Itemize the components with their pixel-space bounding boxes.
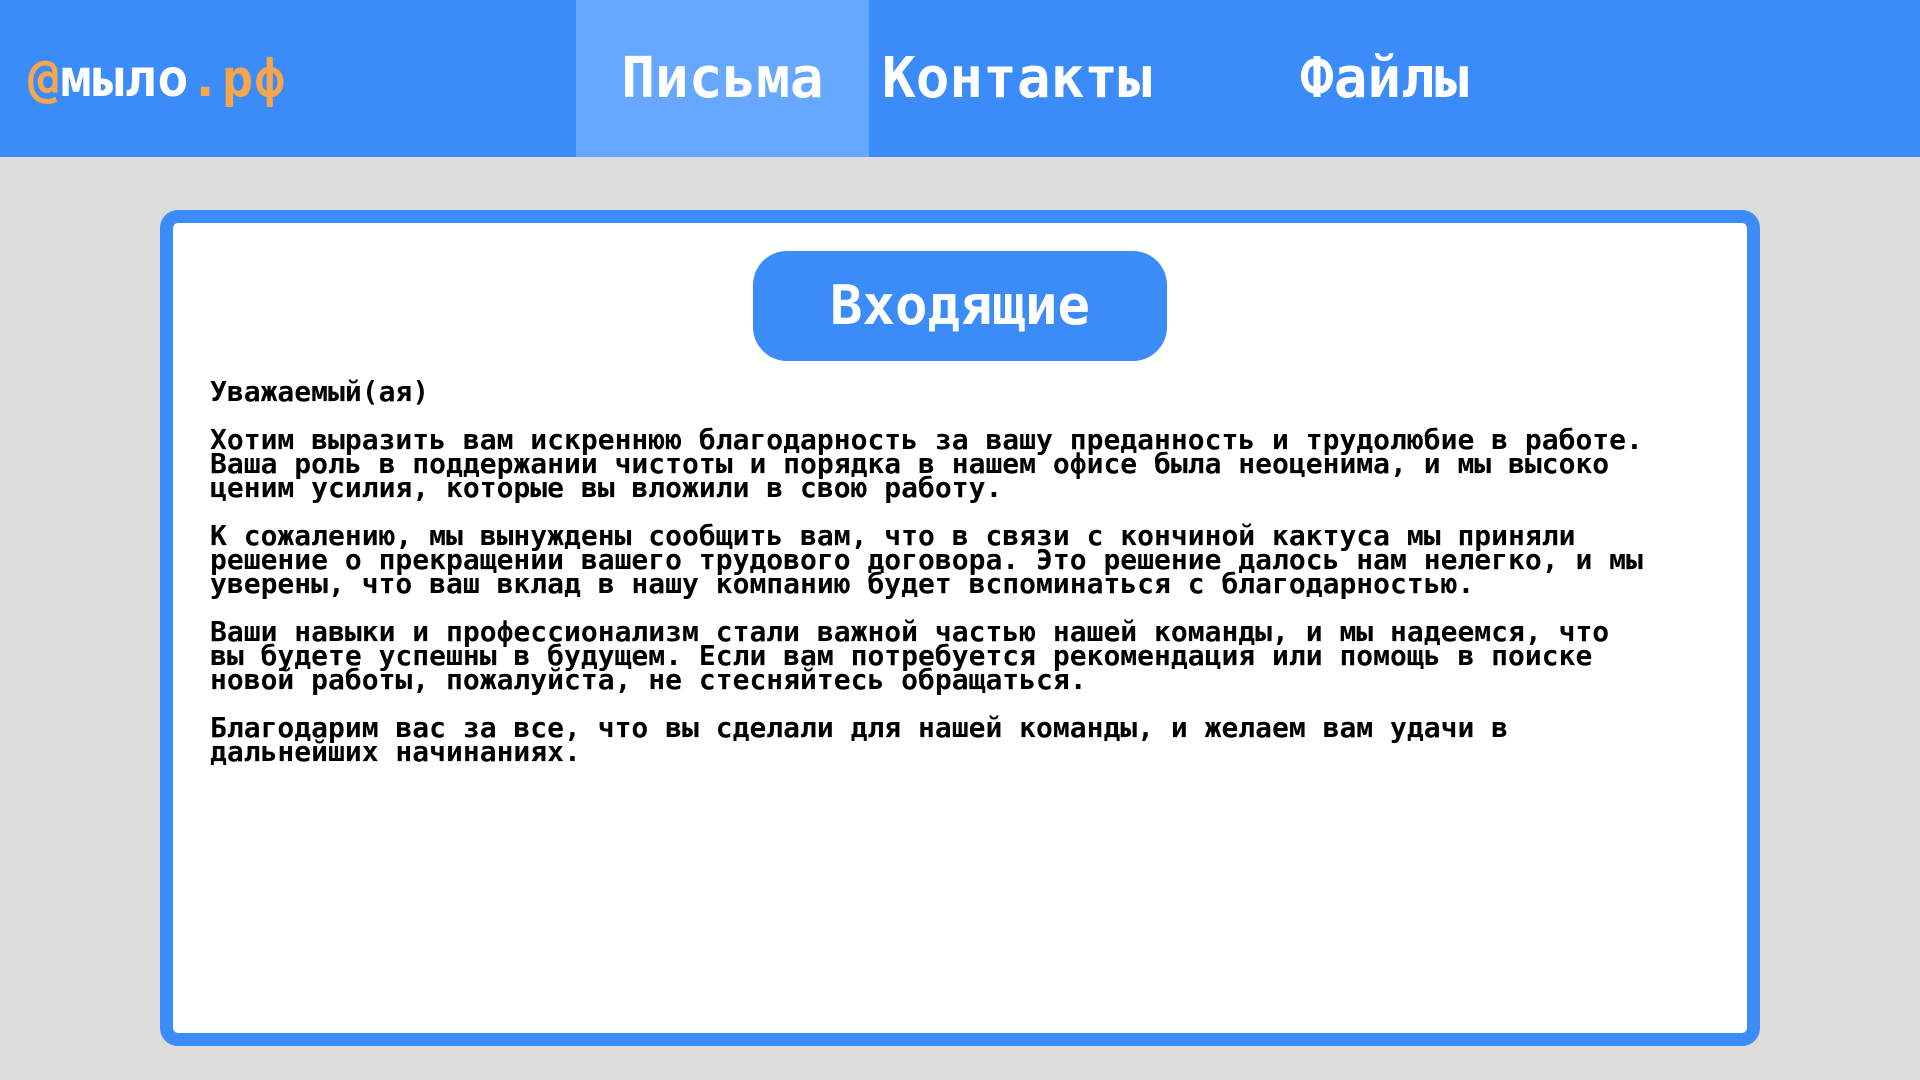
tab-letters[interactable]: Письма bbox=[576, 0, 869, 157]
logo-dot: . bbox=[189, 49, 222, 109]
tab-contacts[interactable]: Контакты bbox=[882, 0, 1152, 157]
letter-greeting: Уважаемый(ая) bbox=[210, 375, 430, 408]
letter-paragraph: Благодарим вас за все, что вы сделали дл… bbox=[210, 711, 1509, 768]
logo-at-sign: @ bbox=[28, 49, 61, 109]
inbox-folder-title[interactable]: Входящие bbox=[753, 251, 1167, 361]
top-navigation-bar: @мыло.рф Письма Контакты Файлы bbox=[0, 0, 1920, 157]
letter-paragraph: Ваши навыки и профессионализм стали важн… bbox=[210, 615, 1610, 696]
letter-paragraph: Хотим выразить вам искреннюю благодарнос… bbox=[210, 423, 1643, 504]
letter-paragraph: К сожалению, мы вынуждены сообщить вам, … bbox=[210, 519, 1643, 600]
letter-body: Уважаемый(ая) Хотим выразить вам искренн… bbox=[210, 375, 1650, 788]
logo-name: мыло bbox=[60, 49, 190, 109]
tab-files[interactable]: Файлы bbox=[1300, 0, 1469, 157]
logo-tld: рф bbox=[221, 49, 287, 109]
site-logo[interactable]: @мыло.рф bbox=[28, 44, 286, 114]
